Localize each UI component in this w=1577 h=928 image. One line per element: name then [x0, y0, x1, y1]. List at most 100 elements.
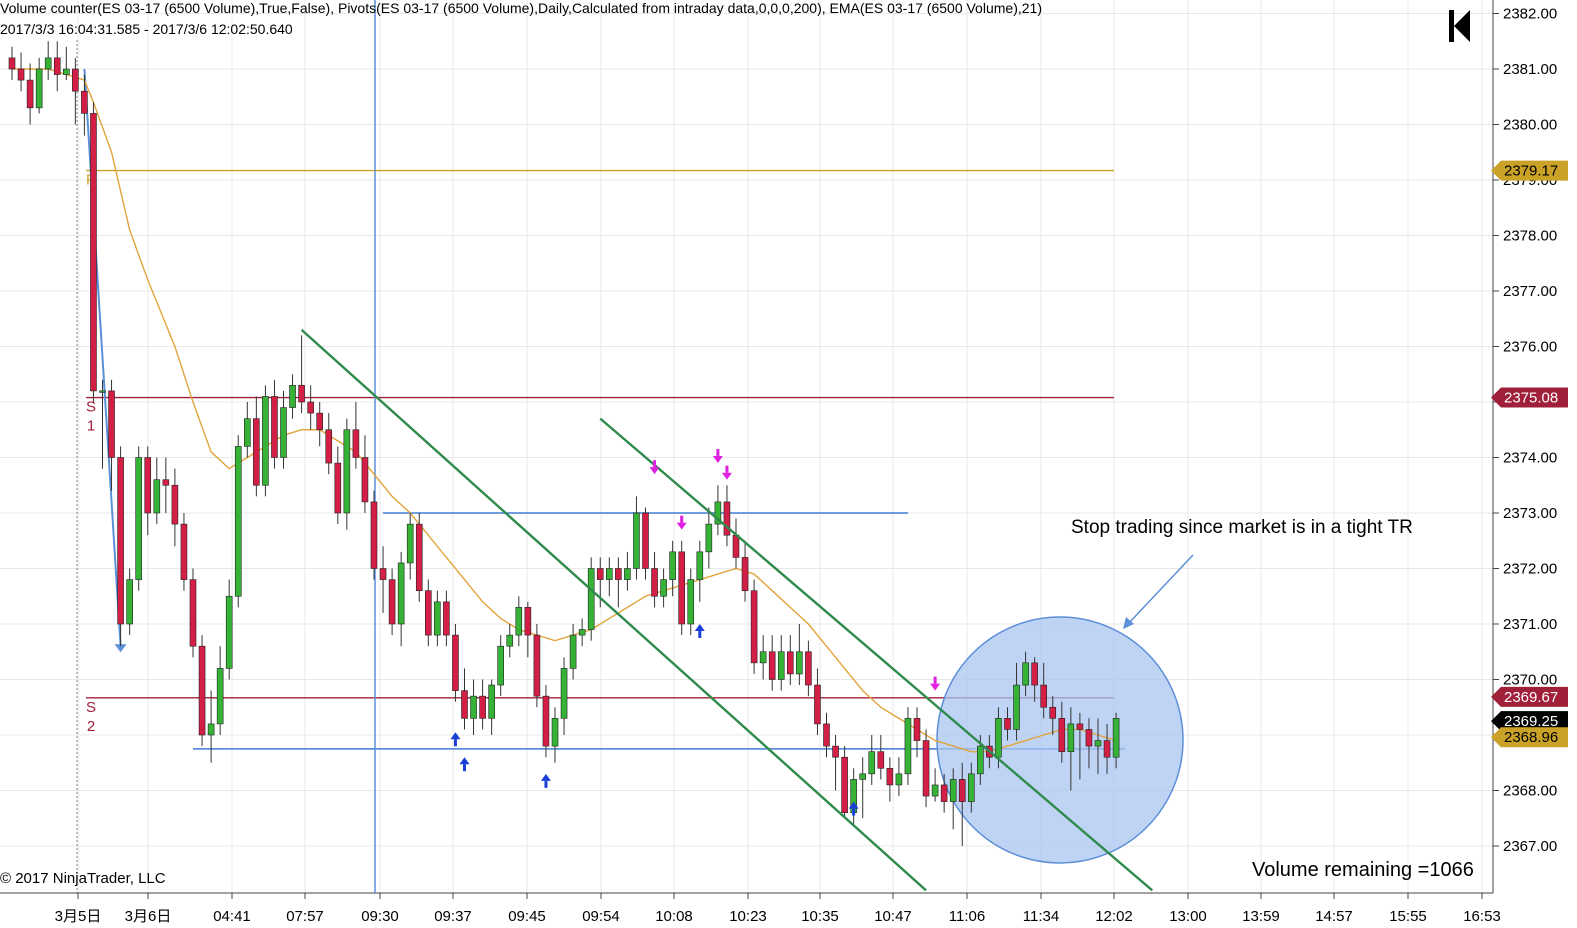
- annotation-text: Stop trading since market is in a tight …: [1071, 517, 1413, 538]
- candle-body: [642, 512, 649, 569]
- candle-body: [81, 90, 88, 114]
- candle-body: [280, 407, 287, 458]
- x-tick-label: 09:45: [508, 908, 546, 925]
- candle-body: [343, 429, 351, 514]
- candle-body: [1040, 684, 1047, 708]
- candle-body: [922, 740, 930, 797]
- x-tick-label: 10:35: [801, 908, 839, 925]
- candle-body: [325, 429, 333, 464]
- candle-body: [832, 745, 839, 758]
- y-tick-label: 2374.00: [1503, 450, 1557, 467]
- candle-body: [823, 723, 830, 747]
- marker-head: [676, 522, 687, 530]
- grid-lines: [0, 0, 1493, 893]
- price-label-S2: 2369.67: [1491, 686, 1568, 707]
- candle-body: [35, 68, 43, 109]
- candle-body: [126, 579, 133, 625]
- candle-body: [289, 385, 296, 408]
- candle-body: [180, 523, 188, 580]
- marker-shaft: [544, 780, 548, 788]
- candle-body: [796, 651, 803, 675]
- y-tick-label: 2370.00: [1503, 672, 1557, 689]
- marker-head: [848, 801, 859, 809]
- pivot-label-s1: S: [86, 399, 96, 416]
- y-tick-label: 2373.00: [1503, 505, 1557, 522]
- candle-body: [877, 751, 885, 769]
- candle-body: [687, 579, 695, 625]
- candle-body: [479, 695, 486, 719]
- candle-body: [995, 718, 1002, 758]
- x-tick-label: 09:30: [361, 908, 399, 925]
- candle-body: [940, 784, 948, 802]
- candle-body: [678, 551, 686, 625]
- candle-body: [452, 634, 459, 691]
- candle-body: [271, 396, 278, 458]
- candle-body: [53, 57, 61, 75]
- y-tick-label: 2377.00: [1503, 283, 1557, 300]
- candle-body: [44, 57, 52, 70]
- y-tick-label: 2372.00: [1503, 561, 1557, 578]
- marker-head: [459, 757, 470, 765]
- candle-body: [370, 501, 378, 569]
- marker-head: [930, 683, 941, 691]
- candle-body: [786, 651, 794, 675]
- price-label-text: 2379.17: [1504, 163, 1558, 180]
- x-tick-label: 14:57: [1315, 908, 1353, 925]
- candle-body: [814, 684, 821, 725]
- candle-body: [615, 568, 622, 580]
- x-tick-label: 12:02: [1095, 908, 1133, 925]
- candle-body: [397, 562, 405, 625]
- candle-body: [262, 396, 269, 486]
- price-label-S1: 2375.08: [1491, 387, 1568, 408]
- y-tick-label: 2378.00: [1503, 228, 1557, 245]
- x-tick-label: 15:55: [1389, 908, 1427, 925]
- x-tick-label: 11:34: [1023, 908, 1059, 925]
- x-tick-label: 16:53: [1463, 908, 1501, 925]
- candle-body: [895, 773, 903, 786]
- candle-body: [1103, 740, 1111, 758]
- candle-body: [316, 412, 324, 431]
- down-arrow-marker: [712, 449, 723, 464]
- marker-shaft: [716, 449, 720, 457]
- candle-body: [253, 418, 260, 486]
- candle-body: [805, 651, 812, 686]
- candle-body: [633, 512, 640, 569]
- candle-body: [1067, 723, 1075, 752]
- y-tick-label: 2380.00: [1503, 117, 1557, 134]
- candle-body: [732, 534, 740, 558]
- price-label-P: 2379.17: [1491, 160, 1568, 181]
- candle-body: [144, 457, 152, 514]
- indicator-header: Volume counter(ES 03-17 (6500 Volume),Tr…: [0, 0, 1042, 16]
- candle-body: [949, 779, 957, 802]
- price-chart[interactable]: 2367.002368.002369.002370.002371.002372.…: [0, 0, 1577, 928]
- up-arrow-marker: [848, 801, 859, 816]
- candle-body: [461, 690, 468, 719]
- candle-body: [225, 595, 233, 669]
- candle-body: [868, 751, 876, 775]
- candle-body: [162, 479, 170, 486]
- marker-shaft: [680, 515, 684, 523]
- date-range-header: 2017/3/3 16:04:31.585 - 2017/3/6 12:02:5…: [0, 21, 293, 37]
- candle-body: [958, 779, 966, 802]
- candle-body: [587, 568, 595, 630]
- price-label-text: 2369.67: [1504, 689, 1558, 706]
- candle-body: [352, 429, 360, 458]
- candle-body: [551, 718, 559, 747]
- y-tick-label: 2382.00: [1503, 6, 1557, 23]
- candle-body: [515, 607, 523, 636]
- marker-head: [450, 732, 461, 740]
- candle-body: [361, 457, 369, 503]
- candle-body: [244, 418, 251, 447]
- candle-body: [424, 590, 432, 636]
- candle-body: [488, 684, 495, 719]
- up-arrow-marker: [450, 732, 461, 747]
- candle-body: [117, 457, 124, 625]
- volume-remaining: Volume remaining =1066: [1252, 859, 1474, 881]
- candle-body: [1013, 684, 1020, 730]
- candle-body: [578, 629, 586, 636]
- marker-shaft: [933, 676, 937, 684]
- candle-body: [651, 568, 658, 597]
- candle-body: [660, 579, 667, 597]
- price-label-text: 2375.08: [1504, 390, 1558, 407]
- candle-body: [8, 57, 16, 70]
